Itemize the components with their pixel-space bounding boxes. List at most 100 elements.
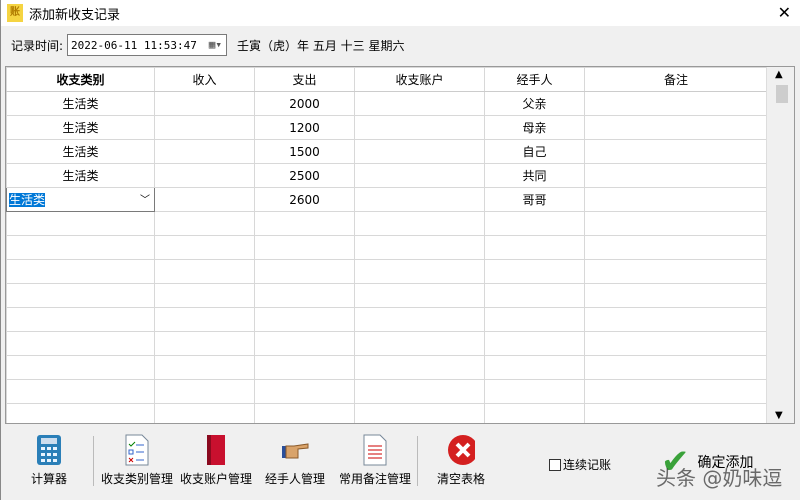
cell-category[interactable] bbox=[6, 307, 155, 332]
cell-note[interactable] bbox=[584, 355, 768, 380]
cell-note[interactable] bbox=[584, 307, 768, 332]
category-management-button[interactable]: 收支类别管理 bbox=[101, 434, 173, 487]
cell-income[interactable] bbox=[154, 187, 255, 212]
cell-category[interactable] bbox=[6, 355, 155, 380]
scroll-thumb[interactable] bbox=[776, 85, 788, 103]
cell-note[interactable] bbox=[584, 331, 768, 356]
column-header-account[interactable]: 收支账户 bbox=[354, 67, 485, 92]
cell-note[interactable] bbox=[584, 91, 768, 116]
column-header-handler[interactable]: 经手人 bbox=[484, 67, 585, 92]
cell-handler[interactable] bbox=[484, 211, 585, 236]
cell-expense[interactable] bbox=[254, 355, 355, 380]
cell-handler[interactable] bbox=[484, 331, 585, 356]
cell-handler[interactable] bbox=[484, 379, 585, 404]
cell-expense[interactable] bbox=[254, 307, 355, 332]
cell-account[interactable] bbox=[354, 379, 485, 404]
cell-expense[interactable]: 2500 bbox=[254, 163, 355, 188]
cell-note[interactable] bbox=[584, 211, 768, 236]
column-header-category[interactable]: 收支类别 bbox=[6, 67, 155, 92]
cell-handler[interactable]: 母亲 bbox=[484, 115, 585, 140]
cell-note[interactable] bbox=[584, 379, 768, 404]
cell-expense[interactable]: 1500 bbox=[254, 139, 355, 164]
cell-handler[interactable] bbox=[484, 283, 585, 308]
cell-category[interactable]: 生活类 bbox=[6, 91, 155, 116]
cell-expense[interactable] bbox=[254, 379, 355, 404]
cell-handler[interactable] bbox=[484, 307, 585, 332]
cell-handler[interactable] bbox=[484, 235, 585, 260]
handler-management-button[interactable]: 经手人管理 bbox=[265, 434, 325, 487]
cell-handler[interactable] bbox=[484, 355, 585, 380]
cell-handler[interactable]: 父亲 bbox=[484, 91, 585, 116]
cell-expense[interactable]: 1200 bbox=[254, 115, 355, 140]
cell-account[interactable] bbox=[354, 331, 485, 356]
cell-account[interactable] bbox=[354, 403, 485, 423]
close-button[interactable]: ✕ bbox=[778, 3, 791, 22]
column-header-income[interactable]: 收入 bbox=[154, 67, 255, 92]
cell-note[interactable] bbox=[584, 163, 768, 188]
cell-account[interactable] bbox=[354, 115, 485, 140]
cell-expense[interactable] bbox=[254, 235, 355, 260]
clear-table-button[interactable]: 清空表格 bbox=[437, 434, 485, 487]
cell-income[interactable] bbox=[154, 307, 255, 332]
account-management-button[interactable]: 收支账户管理 bbox=[180, 434, 252, 487]
cell-income[interactable] bbox=[154, 331, 255, 356]
chevron-down-icon[interactable]: ﹀ bbox=[140, 191, 150, 206]
cell-account[interactable] bbox=[354, 139, 485, 164]
cell-expense[interactable]: 2600 bbox=[254, 187, 355, 212]
cell-note[interactable] bbox=[584, 235, 768, 260]
cell-handler[interactable]: 自己 bbox=[484, 139, 585, 164]
cell-handler[interactable]: 哥哥 bbox=[484, 187, 585, 212]
cell-income[interactable] bbox=[154, 283, 255, 308]
continuous-entry-checkbox[interactable]: 连续记账 bbox=[549, 456, 611, 473]
cell-expense[interactable] bbox=[254, 259, 355, 284]
cell-income[interactable] bbox=[154, 163, 255, 188]
category-dropdown-value[interactable]: 生活类 bbox=[9, 193, 46, 207]
cell-account[interactable] bbox=[354, 355, 485, 380]
calculator-button[interactable]: 计算器 bbox=[31, 434, 67, 487]
column-header-expense[interactable]: 支出 bbox=[254, 67, 355, 92]
cell-category[interactable]: 生活类 bbox=[6, 163, 155, 188]
cell-expense[interactable] bbox=[254, 283, 355, 308]
cell-account[interactable] bbox=[354, 235, 485, 260]
cell-income[interactable] bbox=[154, 235, 255, 260]
cell-category[interactable]: 生活类 bbox=[6, 115, 155, 140]
cell-account[interactable] bbox=[354, 307, 485, 332]
scroll-down-icon[interactable]: ▼ bbox=[775, 410, 783, 421]
cell-income[interactable] bbox=[154, 211, 255, 236]
scroll-up-icon[interactable]: ▲ bbox=[775, 69, 783, 80]
cell-expense[interactable] bbox=[254, 331, 355, 356]
cell-income[interactable] bbox=[154, 355, 255, 380]
cell-income[interactable] bbox=[154, 259, 255, 284]
cell-income[interactable] bbox=[154, 115, 255, 140]
cell-category[interactable] bbox=[6, 331, 155, 356]
cell-note[interactable] bbox=[584, 283, 768, 308]
cell-income[interactable] bbox=[154, 91, 255, 116]
calendar-dropdown-icon[interactable]: ▦▾ bbox=[209, 38, 222, 51]
vertical-scrollbar[interactable]: ▲ ▼ bbox=[766, 67, 794, 423]
cell-note[interactable] bbox=[584, 403, 768, 423]
cell-handler[interactable]: 共同 bbox=[484, 163, 585, 188]
cell-category[interactable] bbox=[6, 211, 155, 236]
note-management-button[interactable]: 常用备注管理 bbox=[339, 434, 411, 487]
cell-category[interactable] bbox=[6, 403, 155, 423]
cell-account[interactable] bbox=[354, 259, 485, 284]
cell-handler[interactable] bbox=[484, 259, 585, 284]
cell-category[interactable] bbox=[6, 235, 155, 260]
cell-expense[interactable] bbox=[254, 403, 355, 423]
cell-category[interactable] bbox=[6, 283, 155, 308]
cell-category[interactable]: 生活类 bbox=[6, 139, 155, 164]
cell-income[interactable] bbox=[154, 139, 255, 164]
cell-expense[interactable] bbox=[254, 211, 355, 236]
cell-income[interactable] bbox=[154, 403, 255, 423]
datetime-picker[interactable]: 2022-06-11 11:53:47 ▦▾ bbox=[67, 34, 228, 56]
cell-account[interactable] bbox=[354, 91, 485, 116]
column-header-note[interactable]: 备注 bbox=[584, 67, 768, 92]
checkbox-box[interactable] bbox=[549, 458, 561, 471]
cell-note[interactable] bbox=[584, 259, 768, 284]
cell-note[interactable] bbox=[584, 187, 768, 212]
cell-note[interactable] bbox=[584, 115, 768, 140]
cell-handler[interactable] bbox=[484, 403, 585, 423]
cell-account[interactable] bbox=[354, 211, 485, 236]
cell-expense[interactable]: 2000 bbox=[254, 91, 355, 116]
cell-note[interactable] bbox=[584, 139, 768, 164]
